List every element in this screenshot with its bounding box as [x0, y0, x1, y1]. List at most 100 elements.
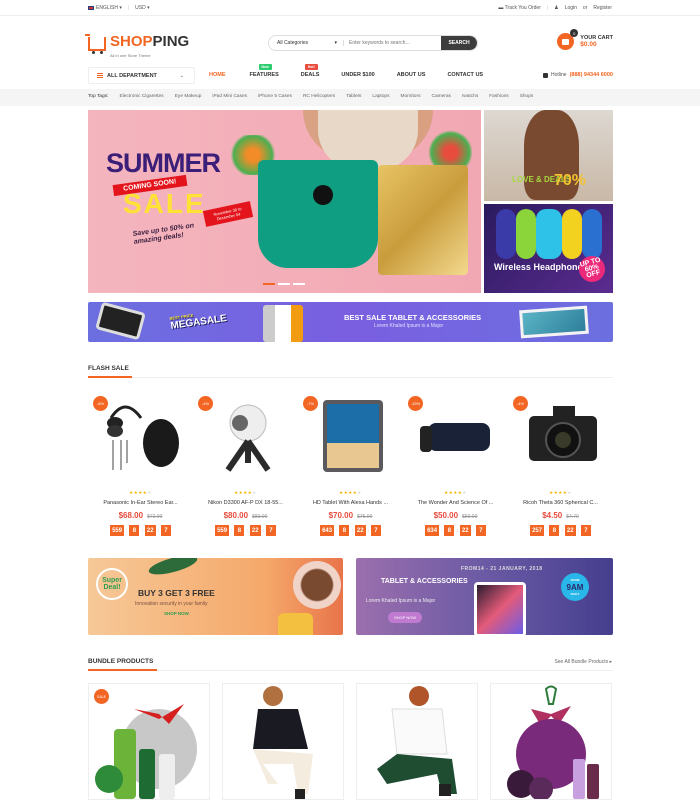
man-hoodie-image — [253, 686, 313, 799]
nav-item-contact-us[interactable]: CONTACT US — [447, 72, 483, 78]
top-tags-bar: Top Tags: Electronic Cigarettes Eye Makeu… — [0, 89, 700, 106]
track-order-link[interactable]: ▬ Track You Order — [498, 5, 541, 11]
product-image[interactable] — [418, 398, 498, 473]
countdown-box: 8 — [129, 525, 140, 536]
countdown-colon: : — [141, 527, 143, 534]
countdown-colon: : — [456, 527, 458, 534]
purple-gift-set-image — [507, 685, 599, 799]
nav-item-under-100[interactable]: UNDER $100 — [341, 72, 374, 78]
megasale-text: BEST PRICE MEGASALE — [169, 308, 227, 332]
shop-now-link[interactable]: SHOP NOW — [164, 611, 189, 616]
login-link[interactable]: Login — [565, 5, 577, 11]
countdown-box: 22 — [354, 525, 366, 536]
logo-text-shop: SHOP — [110, 33, 153, 50]
green-bag-image — [258, 160, 378, 268]
slider-dot-1[interactable] — [263, 283, 275, 285]
see-all-bundle-link[interactable]: See All Bundle Products ▸ — [554, 659, 612, 665]
tag-link[interactable]: iPhone 5 Cases — [258, 94, 292, 99]
countdown-box: 22 — [564, 525, 576, 536]
divider: | — [546, 5, 549, 11]
nav-item-about-us[interactable]: ABOUT US — [397, 72, 426, 78]
wireless-headphones-banner[interactable]: Wireless Headphones UP TO 60% OFF — [484, 204, 613, 293]
love-deals-banner[interactable]: LOVE & DEALS 70% — [484, 110, 613, 201]
tablet-image — [474, 582, 526, 635]
phones-image — [263, 305, 303, 342]
woman-white-tee-image — [377, 686, 457, 796]
tag-link[interactable]: Iwatchs — [462, 94, 478, 99]
tag-link[interactable]: RC Helicopters — [303, 94, 335, 99]
bundle-card[interactable]: SALE — [88, 683, 210, 800]
tag-link[interactable]: Tablets — [346, 94, 361, 99]
tag-link[interactable]: Shops — [520, 94, 534, 99]
product-name[interactable]: The Wonder And Science Of ... — [403, 500, 508, 506]
tag-link[interactable]: Eye Makeup — [175, 94, 202, 99]
hotline-label: Hotline — [550, 72, 567, 78]
tablet-accessories-banner[interactable]: FROM14 - 21 JANUARY, 2018 TABLET & ACCES… — [356, 558, 613, 635]
cart-widget[interactable]: 0 YOUR CART $0.00 — [557, 29, 613, 50]
tag-link[interactable]: Laptops — [372, 94, 389, 99]
or-text: or — [582, 5, 588, 11]
body-butter-image — [293, 561, 341, 609]
hotline: Hotline (888) 94344 6000 — [542, 72, 613, 78]
circle-main: 9AM — [566, 582, 584, 592]
divider — [88, 670, 613, 671]
countdown-box: 559 — [110, 525, 125, 536]
buy3-get3-banner[interactable]: Super Deal! BUY 3 GET 3 FREE Innovation … — [88, 558, 343, 635]
slider-dot-2[interactable] — [278, 283, 290, 285]
product-image[interactable] — [103, 398, 183, 473]
best-sale-banner[interactable]: BEST PRICE MEGASALE BEST SALE TABLET & AC… — [88, 302, 613, 342]
dslr-camera-image — [529, 406, 597, 461]
product-name[interactable]: HD Tablet With Alexa Hands ... — [298, 500, 403, 506]
nav-item-features[interactable]: New FEATURES — [250, 64, 279, 78]
wireless-headphones-text: Wireless Headphones — [494, 262, 588, 272]
logo[interactable]: SHOPPING All in one Store Theme — [85, 33, 189, 58]
slider-dot-3[interactable] — [293, 283, 305, 285]
product-name[interactable]: Panasonic In-Ear Stereo Ear... — [88, 500, 193, 506]
nav-item-home[interactable]: HOME — [209, 72, 226, 78]
product-name[interactable]: Nikon D3300 AF-P DX 18-55... — [193, 500, 298, 506]
discount-badge: -6% — [93, 396, 108, 411]
product-name[interactable]: Ricoh Theta 360 Spherical C... — [508, 500, 613, 506]
hero-slider[interactable]: SUMMER COMING SOON! SALE Save up to 50% … — [88, 110, 481, 293]
currency-selector[interactable]: USD ▾ — [135, 5, 149, 11]
cart-count-badge: 0 — [570, 29, 579, 37]
register-link[interactable]: Register — [593, 5, 612, 11]
tag-link[interactable]: Fashions — [489, 94, 508, 99]
headphone-image — [496, 209, 516, 259]
discount-circle: UP TO 60% OFF — [576, 253, 608, 285]
headphones-image — [107, 405, 179, 470]
product-image[interactable] — [523, 398, 603, 473]
love-deals-percent: 70% — [554, 172, 587, 189]
top-tags-label: Top Tags: — [88, 94, 109, 99]
category-select[interactable]: All Categories ▾ — [269, 40, 344, 46]
language-selector[interactable]: ENGLISH ▾ — [88, 5, 122, 11]
search-button[interactable]: SEARCH — [441, 36, 477, 50]
product-card[interactable]: -7% ★★★★★ HD Tablet With Alexa Hands ... $7… — [298, 390, 403, 540]
logo-tagline: All in one Store Theme — [110, 53, 151, 58]
countdown-box: 257 — [530, 525, 545, 536]
product-card[interactable]: -15% ★★★★★ The Wonder And Science Of ... $5… — [403, 390, 508, 540]
old-price: $83.00 — [252, 514, 268, 520]
product-card[interactable]: -6% ★★★★★ Panasonic In-Ear Stereo Ear... $6… — [88, 390, 193, 540]
tag-link[interactable]: Electronic Cigarettes — [119, 94, 163, 99]
tag-link[interactable]: Cameras — [431, 94, 450, 99]
countdown-colon: : — [351, 527, 353, 534]
product-card[interactable]: -4% ★★★★★ Nikon D3300 AF-P DX 18-55... $80.… — [193, 390, 298, 540]
bundle-card[interactable] — [356, 683, 478, 800]
hotline-number[interactable]: (888) 94344 6000 — [570, 72, 613, 78]
bundle-card[interactable] — [490, 683, 612, 800]
hot-badge: Hot! — [304, 64, 318, 70]
countdown-colon: : — [367, 527, 369, 534]
all-department-dropdown[interactable]: ALL DEPARTMENT ⌄ — [88, 67, 195, 84]
bundle-card[interactable] — [222, 683, 344, 800]
product-image[interactable] — [313, 398, 393, 473]
tag-link[interactable]: iPad Mini Cases — [212, 94, 247, 99]
countdown-box: 7 — [160, 525, 171, 536]
nav-item-deals[interactable]: Hot! DEALS — [301, 64, 319, 78]
tag-link[interactable]: Mornitors — [400, 94, 420, 99]
product-card[interactable]: -4% ★★★★★ Ricoh Theta 360 Spherical C... $4… — [508, 390, 613, 540]
product-image[interactable] — [208, 398, 288, 473]
truck-icon: ▬ — [498, 5, 504, 11]
shop-now-button[interactable]: SHOP NOW — [388, 612, 423, 623]
search-input[interactable] — [344, 40, 441, 46]
